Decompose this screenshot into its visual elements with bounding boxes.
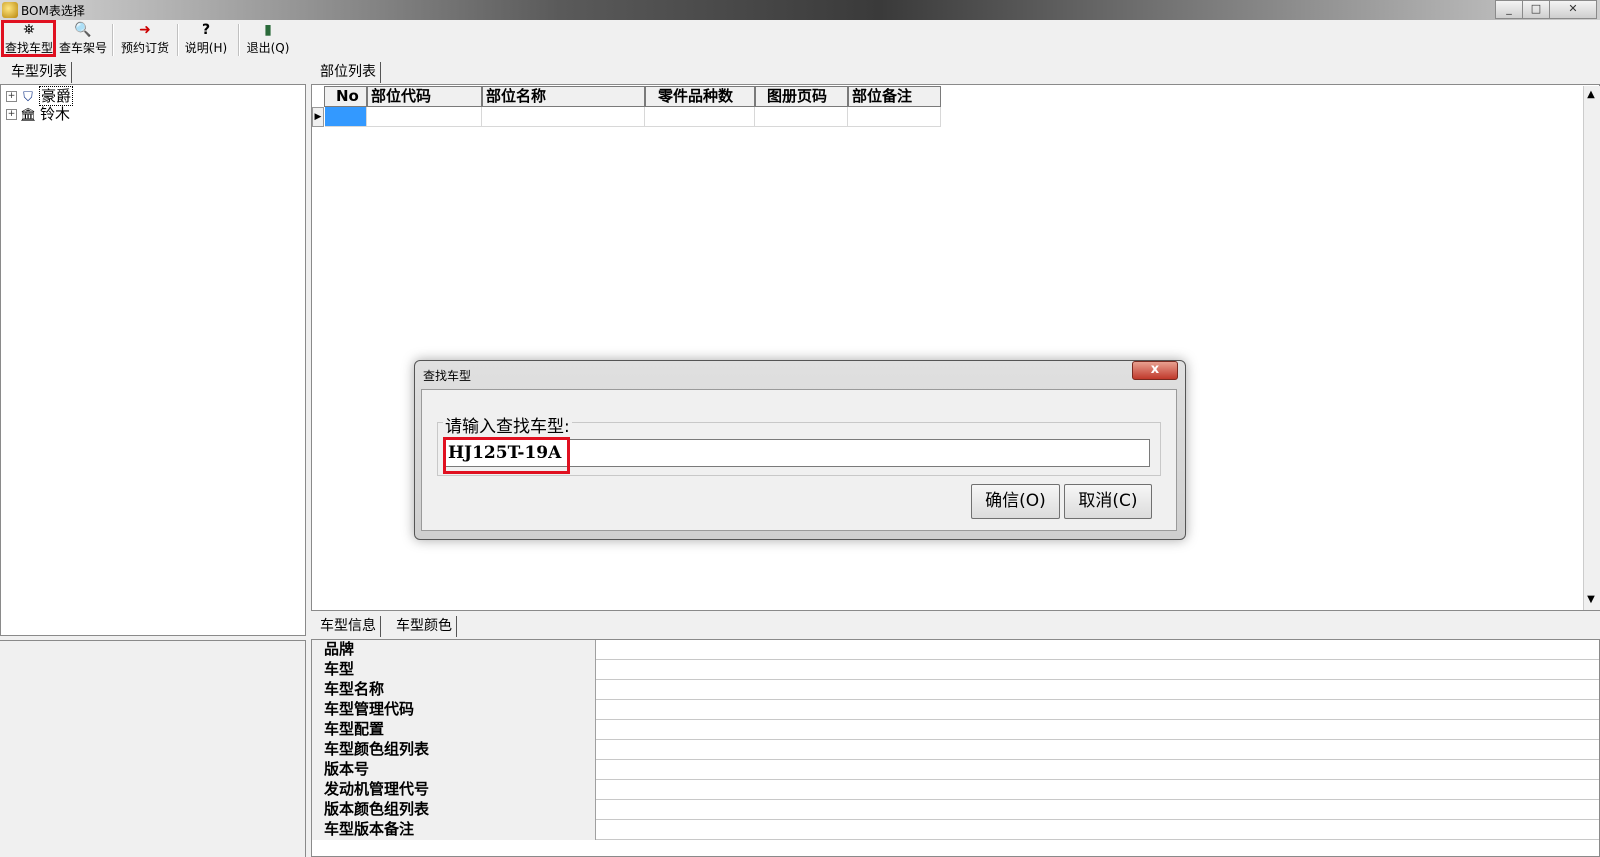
tab-model-color[interactable]: 车型颜色 [392, 616, 457, 637]
cancel-button[interactable]: 取消(C) [1064, 484, 1152, 519]
help-icon: ? [201, 22, 211, 38]
left-bottom-panel [0, 640, 306, 857]
grid-cell[interactable] [755, 107, 848, 127]
info-row: 版本号 [312, 760, 1599, 780]
find-frame-number-label: 查车架号 [58, 41, 107, 55]
column-header-part-count[interactable]: 零件品种数 [645, 86, 755, 107]
info-label: 版本号 [312, 760, 596, 780]
info-row: 品牌 [312, 640, 1599, 660]
info-label: 车型 [312, 660, 596, 680]
tree-node-suzuki[interactable]: + 🏛 铃木 [6, 105, 71, 123]
title-bar [0, 0, 1600, 20]
toolbar [0, 20, 1600, 60]
scroll-up-icon[interactable]: ▲ [1583, 86, 1599, 103]
order-arrow-icon: ➜ [139, 22, 151, 38]
model-tree [0, 84, 306, 636]
search-group-label: 请输入查找车型: [443, 412, 572, 437]
exit-door-icon: ▮ [264, 22, 272, 38]
column-header-part-name[interactable]: 部位名称 [482, 86, 645, 107]
info-row: 车型管理代码 [312, 700, 1599, 720]
reserve-order-button[interactable]: ➜ 预约订货 [118, 22, 172, 56]
info-label: 车型颜色组列表 [312, 740, 596, 760]
info-row: 车型配置 [312, 720, 1599, 740]
highlight-box [443, 437, 570, 474]
magnifier-icon: 🔍 [74, 22, 92, 38]
expand-icon[interactable]: + [6, 109, 17, 120]
info-label: 车型配置 [312, 720, 596, 740]
confirm-button[interactable]: 确信(O) [971, 484, 1060, 519]
info-row: 发动机管理代号 [312, 780, 1599, 800]
tree-node-label: 豪爵 [39, 86, 74, 106]
grid-cell[interactable] [848, 107, 941, 127]
minimize-button[interactable]: _ [1495, 0, 1523, 19]
app-icon [2, 2, 18, 18]
grid-cell[interactable] [645, 107, 755, 127]
info-row: 车型名称 [312, 680, 1599, 700]
reserve-order-label: 预约订货 [120, 41, 169, 55]
info-row: 车型颜色组列表 [312, 740, 1599, 760]
column-header-no[interactable]: No [324, 86, 367, 107]
info-label: 发动机管理代号 [312, 780, 596, 800]
exit-label: 退出(Q) [246, 41, 290, 55]
grid-cell[interactable] [367, 107, 482, 127]
column-header-part-code[interactable]: 部位代码 [367, 86, 482, 107]
expand-icon[interactable]: + [6, 91, 17, 102]
info-label: 品牌 [312, 640, 596, 660]
tab-parts-list[interactable]: 部位列表 [316, 62, 381, 83]
help-button[interactable]: ? 说明(H) [183, 22, 229, 56]
info-row: 版本颜色组列表 [312, 800, 1599, 820]
info-row: 车型 [312, 660, 1599, 680]
dialog-close-button[interactable]: x [1132, 361, 1178, 380]
info-label: 车型管理代码 [312, 700, 596, 720]
dialog-title: 查找车型 [423, 369, 472, 383]
tree-node-haojue[interactable]: + ⛉ 豪爵 [6, 86, 74, 106]
brand-building-icon: 🏛 [20, 108, 37, 123]
find-frame-number-button[interactable]: 🔍 查车架号 [58, 22, 108, 56]
info-label: 车型名称 [312, 680, 596, 700]
highlight-box [1, 20, 56, 57]
info-row: 车型版本备注 [312, 820, 1599, 840]
column-header-remark[interactable]: 部位备注 [848, 86, 941, 107]
row-indicator-icon: ▶ [312, 107, 324, 127]
info-label: 版本颜色组列表 [312, 800, 596, 820]
close-window-button[interactable]: ✕ [1549, 0, 1597, 19]
toolbar-separator [112, 24, 114, 56]
toolbar-separator [238, 24, 240, 56]
tree-node-label: 铃木 [40, 105, 71, 123]
tab-model-info[interactable]: 车型信息 [316, 616, 381, 637]
column-header-page[interactable]: 图册页码 [755, 86, 848, 107]
help-label: 说明(H) [184, 41, 228, 55]
grid-cell[interactable] [482, 107, 645, 127]
vertical-scrollbar[interactable] [1583, 86, 1600, 610]
exit-button[interactable]: ▮ 退出(Q) [246, 22, 290, 56]
tab-model-list[interactable]: 车型列表 [7, 62, 72, 83]
info-label: 车型版本备注 [312, 820, 596, 840]
grid-cell-selected[interactable] [325, 107, 367, 127]
scroll-down-icon[interactable]: ▼ [1583, 591, 1599, 608]
maximize-button[interactable]: □ [1522, 0, 1550, 19]
window-title: BOM表选择 [21, 4, 85, 18]
toolbar-separator [177, 24, 179, 56]
